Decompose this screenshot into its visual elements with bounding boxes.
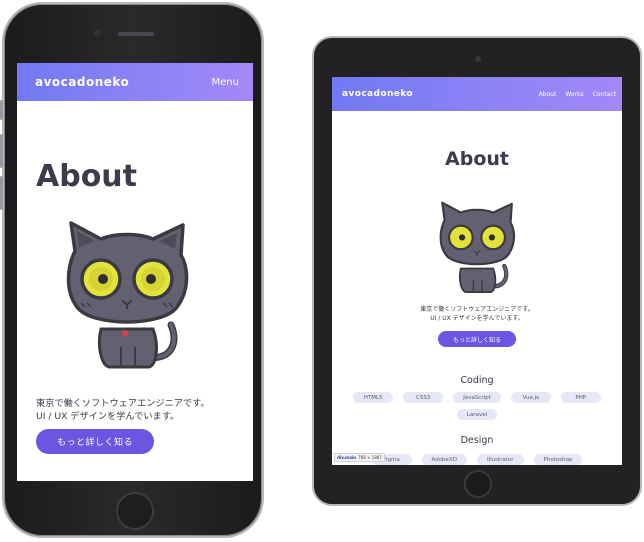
skill-tag: HTML5 [353,392,394,403]
design-section-title: Design [460,435,494,446]
skill-tag: Illustrator [476,454,524,465]
tablet-logo[interactable]: avocadoneko [342,89,413,99]
phone-intro-text: 東京で働くソフトウェアエンジニアです。 UI / UX デザインを学んでいます。 [36,397,210,423]
phone-logo[interactable]: avocadoneko [35,75,129,89]
phone-menu-button[interactable]: Menu [212,77,239,88]
tablet-device: avocadoneko About Works Contact About 東京… [312,36,642,506]
tablet-intro-line-1: 東京で働くソフトウェアエンジニアです。 [420,306,534,313]
coding-tags: HTML5 CSS3 JavaScript Vue.js PHP Laravel [348,392,606,420]
skill-tag: CSS3 [403,392,444,403]
phone-screen: avocadoneko Menu About 東京で働くソフトウェアエンジニアで… [17,63,253,481]
phone-intro-line-1: 東京で働くソフトウェアエンジニアです。 [36,398,210,409]
phone-camera [94,30,100,36]
phone-speaker [118,32,154,36]
nav-link-works[interactable]: Works [565,91,583,98]
tablet-screen: avocadoneko About Works Contact About 東京… [332,77,622,465]
nav-link-contact[interactable]: Contact [593,91,616,98]
skill-tag: AdobeXD [421,454,467,465]
coding-section-title: Coding [460,375,494,386]
tablet-home-button [464,470,492,498]
skill-tag: Laravel [456,409,498,420]
phone-mute-switch [0,100,3,120]
tablet-camera [475,56,481,62]
tablet-page-title: About [445,148,509,170]
skill-tag: Photoshop [533,454,583,465]
tablet-learn-more-button[interactable]: もっと詳しく知る [438,331,516,347]
phone-page-title: About [36,159,138,194]
nav-link-about[interactable]: About [539,91,557,98]
tablet-navbar: avocadoneko About Works Contact [332,77,622,111]
phone-device: avocadoneko Menu About 東京で働くソフトウェアエンジニアで… [0,2,264,538]
skill-tag: JavaScript [453,392,501,403]
cat-mascot-icon [439,201,516,294]
phone-volume-up [0,134,3,168]
design-tags: Figma AdobeXD Illustrator Photoshop [348,454,606,465]
phone-volume-down [0,176,3,210]
devtools-element-badge: div.main 768 × 1887 [334,453,385,462]
tablet-nav-links: About Works Contact [539,91,616,98]
tablet-intro-line-2: UI / UX デザインを学んでいます。 [430,314,524,322]
skill-tag: PHP [560,392,601,403]
tablet-intro-text: 東京で働くソフトウェアエンジニアです。 UI / UX デザインを学んでいます。 [332,306,622,323]
skill-tag: Vue.js [510,392,551,403]
phone-home-button [116,492,154,530]
cat-mascot-icon [66,221,189,369]
phone-navbar: avocadoneko Menu [17,63,253,101]
debug-badge-tag: div.main [337,455,357,460]
phone-intro-line-2: UI / UX デザインを学んでいます。 [36,411,180,422]
phone-learn-more-button[interactable]: もっと詳しく知る [36,429,154,454]
debug-badge-size: 768 × 1887 [358,455,382,460]
